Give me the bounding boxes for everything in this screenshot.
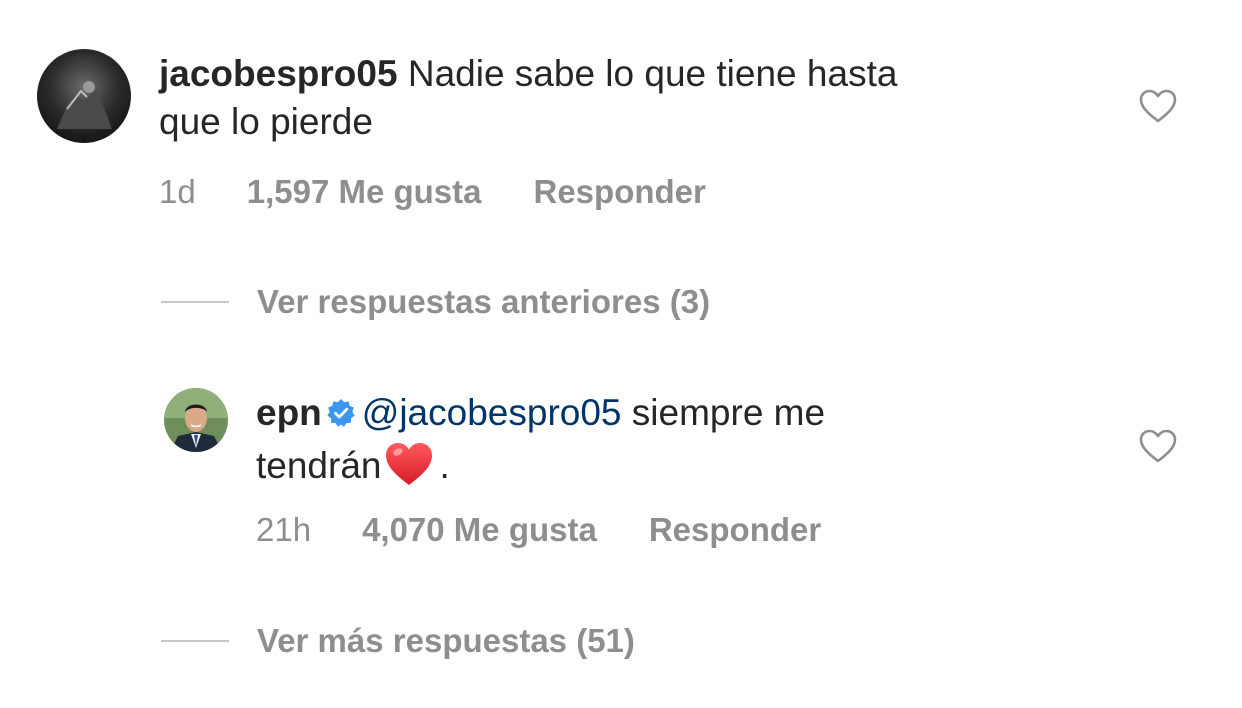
reply-likes[interactable]: 4,070 Me gusta <box>362 511 597 549</box>
comment-time: 1d <box>159 173 196 210</box>
divider-line <box>161 301 229 303</box>
view-more-replies-button[interactable]: Ver más respuestas (51) <box>161 619 635 663</box>
view-previous-replies-label: Ver respuestas anteriores (3) <box>257 283 711 320</box>
comment-likes[interactable]: 1,597 Me gusta <box>247 173 482 211</box>
divider-line <box>161 640 229 642</box>
heart-outline-icon <box>1139 89 1177 123</box>
reply-mention-link[interactable]: @jacobespro05 <box>362 392 622 433</box>
verified-badge-icon <box>326 392 356 440</box>
comment-reply-button[interactable]: Responder <box>534 173 706 211</box>
view-previous-replies-button[interactable]: Ver respuestas anteriores (3) <box>161 280 710 324</box>
reply-meta: 21h 4,070 Me gusta Responder <box>256 510 821 550</box>
comment-username[interactable]: jacobespro05 <box>159 53 398 94</box>
comment-like-button[interactable] <box>1138 87 1178 127</box>
comment-meta: 1d 1,597 Me gusta Responder <box>159 172 706 212</box>
reply-like-button[interactable] <box>1138 427 1178 467</box>
reply-body: epn @jacobespro05 siempre me tendrán . <box>256 389 1056 500</box>
view-more-replies-label: Ver más respuestas (51) <box>257 622 635 659</box>
reply-time: 21h <box>256 511 312 548</box>
heart-outline-icon <box>1139 429 1177 463</box>
comment-text-line1: Nadie sabe lo que tiene hasta <box>407 53 898 94</box>
reply-username[interactable]: epn <box>256 392 322 433</box>
reply-text-end: . <box>439 445 450 486</box>
comment-body: jacobespro05 Nadie sabe lo que tiene has… <box>159 50 1059 146</box>
reply-reply-button[interactable]: Responder <box>649 511 821 549</box>
reply-text-line1: siempre me <box>631 392 826 433</box>
avatar-jacobespro05[interactable] <box>37 49 131 143</box>
avatar-epn[interactable] <box>164 388 228 452</box>
red-heart-emoji <box>384 440 434 500</box>
comment-text-line2: que lo pierde <box>159 101 373 142</box>
reply-text-line2: tendrán <box>256 445 382 486</box>
